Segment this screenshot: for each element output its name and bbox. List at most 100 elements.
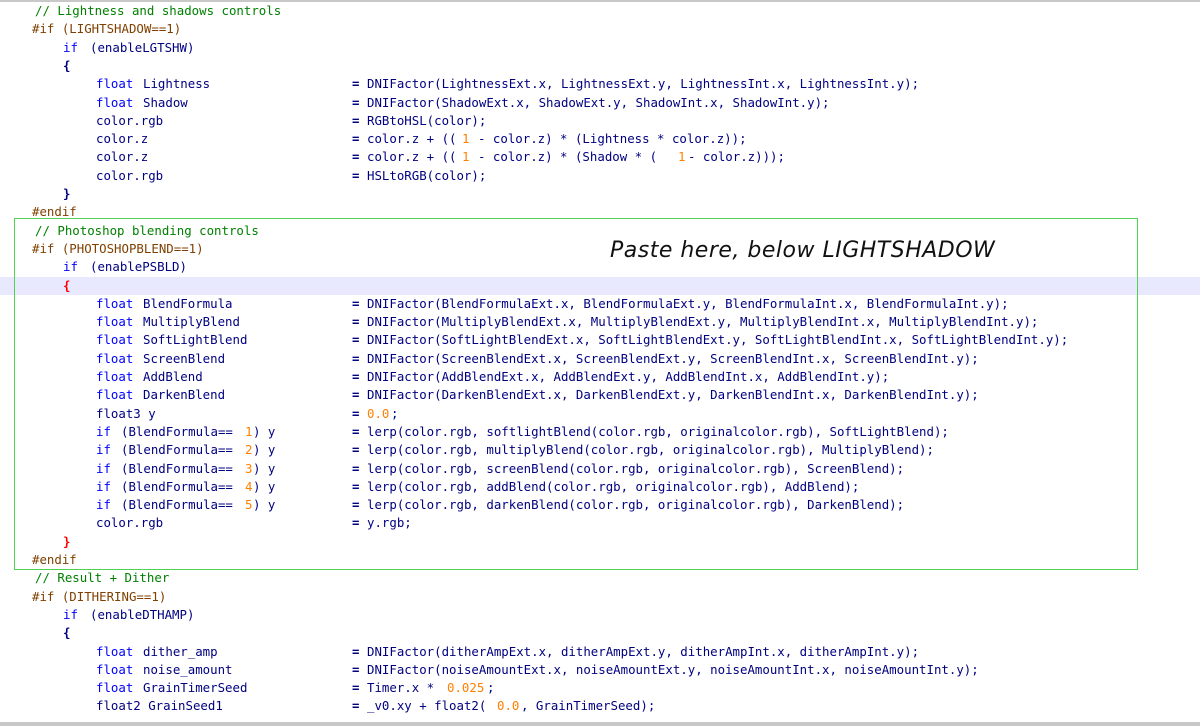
code-line[interactable]: float ScreenBlend = DNIFactor(ScreenBlendEx… xyxy=(0,350,1200,368)
code-token: = xyxy=(352,423,360,439)
code-line[interactable]: float SoftLightBlend = DNIFactor(SoftLightB… xyxy=(0,331,1200,349)
code-line[interactable]: } xyxy=(0,533,1200,551)
code-token: ) y xyxy=(253,497,276,513)
code-token: DNIFactor(LightnessExt.x, LightnessExt.y… xyxy=(367,76,920,92)
code-line[interactable]: if (BlendFormula== 4) y = lerp(color.rgb, ad… xyxy=(0,478,1200,496)
code-token: dither_amp xyxy=(143,643,218,659)
code-token: color.rgb xyxy=(96,112,164,128)
code-line[interactable]: color.rgb = RGBtoHSL(color); xyxy=(0,112,1200,130)
code-line[interactable]: if (BlendFormula== 3) y = lerp(color.rgb, sc… xyxy=(0,460,1200,478)
code-token: 1 xyxy=(245,423,253,439)
code-line[interactable]: if (BlendFormula== 2) y = lerp(color.rgb, mu… xyxy=(0,441,1200,459)
code-line[interactable]: #endif xyxy=(0,203,1200,221)
code-token: // Result + Dither xyxy=(35,570,170,586)
code-line[interactable]: float2 GrainSeed1 = _v0.xy + float2(0.0, G… xyxy=(0,697,1200,715)
code-line[interactable]: color.z = color.z + ((1 - color.z) * (Light… xyxy=(0,130,1200,148)
code-line[interactable]: float DarkenBlend = DNIFactor(DarkenBlendEx… xyxy=(0,386,1200,404)
code-line[interactable]: } xyxy=(0,185,1200,203)
code-token: noise_amount xyxy=(143,661,233,677)
code-token: 0.0 xyxy=(497,698,520,714)
code-line[interactable]: { xyxy=(0,276,1200,295)
bottom-border xyxy=(0,722,1200,726)
code-token: { xyxy=(63,57,71,73)
code-token: lerp(color.rgb, screenBlend(color.rgb, o… xyxy=(367,460,905,476)
code-line[interactable]: { xyxy=(0,57,1200,75)
code-token: = xyxy=(352,460,360,476)
code-line[interactable]: float MultiplyBlend = DNIFactor(MultiplyBle… xyxy=(0,313,1200,331)
code-token: if xyxy=(63,259,78,275)
code-token: Shadow xyxy=(143,94,188,110)
code-token: float xyxy=(96,295,134,311)
code-line[interactable]: float Lightness = DNIFactor(LightnessExt.x,… xyxy=(0,75,1200,93)
code-token: lerp(color.rgb, softlightBlend(color.rgb… xyxy=(367,423,949,439)
code-token: float xyxy=(96,387,134,403)
code-token: if xyxy=(63,606,78,622)
code-line[interactable]: if (BlendFormula== 1) y = lerp(color.rgb, so… xyxy=(0,423,1200,441)
code-editor[interactable]: // Lightness and shadows controls #if (LI… xyxy=(0,0,1200,726)
code-token: DNIFactor(ditherAmpExt.x, ditherAmpExt.y… xyxy=(367,643,920,659)
code-line[interactable]: #endif xyxy=(0,551,1200,569)
code-line[interactable]: if (BlendFormula== 5) y = lerp(color.rgb, da… xyxy=(0,496,1200,514)
code-line[interactable]: float Shadow = DNIFactor(ShadowExt.x, Shado… xyxy=(0,94,1200,112)
code-token: color.z + (( xyxy=(367,149,457,165)
code-line[interactable]: if (enableLGTSHW) xyxy=(0,39,1200,57)
code-token: float3 y xyxy=(96,405,156,421)
code-token: ; xyxy=(391,405,399,421)
code-token: = xyxy=(352,661,360,677)
code-token: = xyxy=(352,295,360,311)
code-line[interactable]: float AddBlend = DNIFactor(AddBlendExt.x, A… xyxy=(0,368,1200,386)
code-line[interactable]: color.rgb = y.rgb; xyxy=(0,514,1200,532)
code-token: DNIFactor(ScreenBlendExt.x, ScreenBlendE… xyxy=(367,350,979,366)
code-token: = xyxy=(352,497,360,513)
code-line[interactable]: #if (DITHERING==1) xyxy=(0,588,1200,606)
code-token: ) y xyxy=(253,423,276,439)
code-token: // Photoshop blending controls xyxy=(35,222,259,238)
code-line[interactable]: float dither_amp = DNIFactor(ditherAmpExt.x… xyxy=(0,643,1200,661)
code-token: } xyxy=(63,533,71,549)
code-token: DNIFactor(BlendFormulaExt.x, BlendFormul… xyxy=(367,295,1009,311)
code-token: #endif xyxy=(32,204,77,220)
code-token: (BlendFormula== xyxy=(121,460,233,476)
code-token: #if (LIGHTSHADOW==1) xyxy=(32,21,182,37)
code-token: color.z xyxy=(96,149,149,165)
code-line[interactable]: float GrainTimerSeed = Timer.x * 0.025; xyxy=(0,679,1200,697)
code-token: DNIFactor(SoftLightBlendExt.x, SoftLight… xyxy=(367,332,1069,348)
code-line[interactable]: color.z = color.z + ((1 - color.z) * (Shado… xyxy=(0,148,1200,166)
code-token: color.rgb xyxy=(96,167,164,183)
code-line[interactable]: float3 y = 0.0; xyxy=(0,405,1200,423)
code-token: if xyxy=(96,442,111,458)
code-token: = xyxy=(352,76,360,92)
code-line[interactable]: { xyxy=(0,624,1200,642)
code-token: color.rgb xyxy=(96,515,164,531)
code-token: DNIFactor(MultiplyBlendExt.x, MultiplyBl… xyxy=(367,314,1039,330)
code-token: float xyxy=(96,314,134,330)
code-token: { xyxy=(63,625,71,641)
code-token: DNIFactor(ShadowExt.x, ShadowExt.y, Shad… xyxy=(367,94,830,110)
code-line[interactable]: #if (LIGHTSHADOW==1) xyxy=(0,20,1200,38)
code-token: = xyxy=(352,350,360,366)
code-token: SoftLightBlend xyxy=(143,332,248,348)
code-token: #if (DITHERING==1) xyxy=(32,588,167,604)
code-line[interactable]: color.rgb = HSLtoRGB(color); xyxy=(0,167,1200,185)
code-token: 4 xyxy=(245,478,253,494)
code-token: if xyxy=(96,423,111,439)
code-line[interactable]: #if (PHOTOSHOPBLEND==1) xyxy=(0,240,1200,258)
code-token: , GrainTimerSeed); xyxy=(521,698,656,714)
code-token: = xyxy=(352,680,360,696)
code-line[interactable]: // Result + Dither xyxy=(0,569,1200,587)
code-token: #if (PHOTOSHOPBLEND==1) xyxy=(32,240,204,256)
code-line[interactable]: float BlendFormula = DNIFactor(BlendFormula… xyxy=(0,295,1200,313)
annotation-note: Paste here, below LIGHTSHADOW xyxy=(610,238,996,263)
code-token: (BlendFormula== xyxy=(121,497,233,513)
code-token: // Lightness and shadows controls xyxy=(35,3,282,18)
code-line[interactable]: // Lightness and shadows controls xyxy=(0,2,1200,20)
code-token: ) y xyxy=(253,442,276,458)
code-token: = xyxy=(352,94,360,110)
code-token: if xyxy=(96,460,111,476)
code-line[interactable]: if (enablePSBLD) xyxy=(0,258,1200,276)
code-token: float xyxy=(96,643,134,659)
code-line[interactable]: if (enableDTHAMP) xyxy=(0,606,1200,624)
code-line[interactable]: // Photoshop blending controls xyxy=(0,222,1200,240)
code-token: if xyxy=(96,497,111,513)
code-line[interactable]: float noise_amount = DNIFactor(noiseAmountE… xyxy=(0,661,1200,679)
